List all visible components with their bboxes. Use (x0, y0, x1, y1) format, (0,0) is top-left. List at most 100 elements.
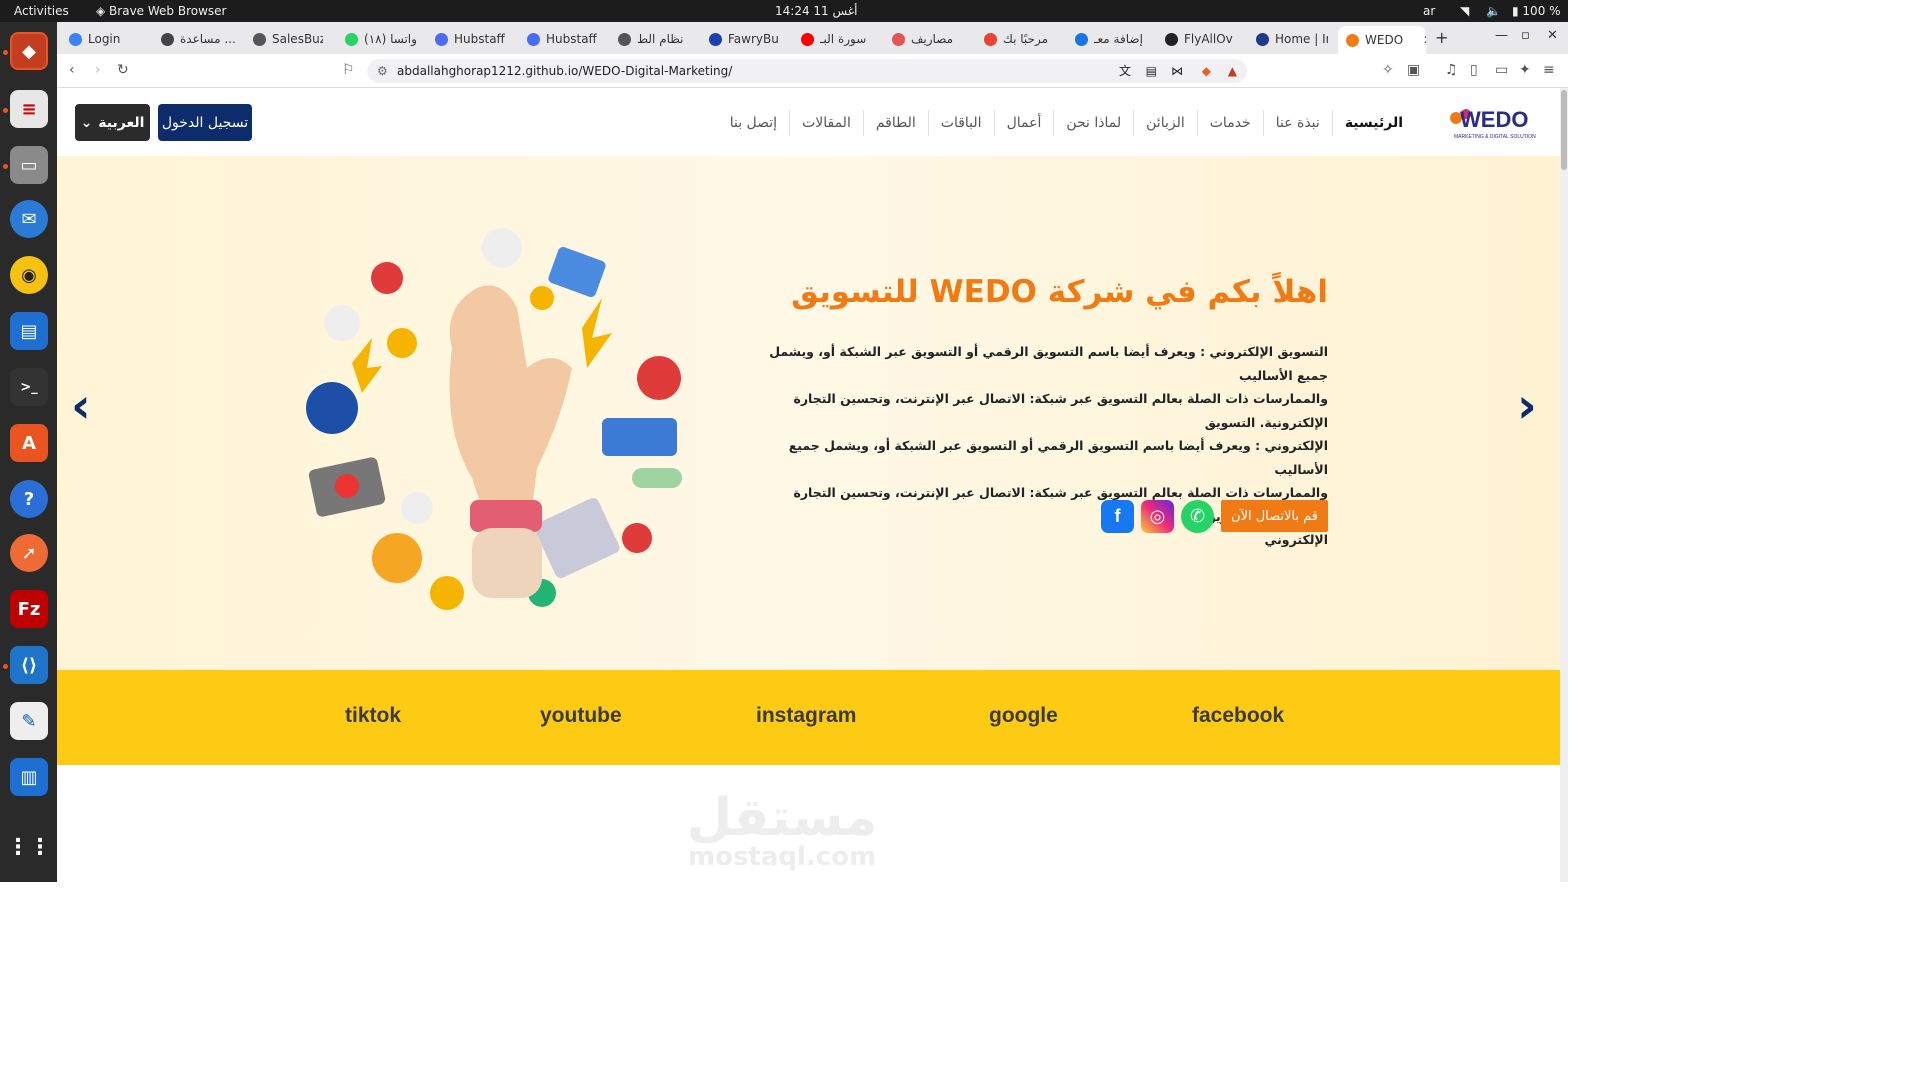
logo-tagline: MARKETING & DIGITAL SOLUTION (1454, 134, 1536, 140)
tab-label: مصاريف (911, 32, 954, 46)
tab[interactable]: FawryBu (709, 27, 781, 51)
text-editor-icon[interactable]: ≡ (10, 90, 48, 128)
contact-now-button[interactable]: قم بالاتصال الآن (1221, 500, 1328, 532)
menu-item-services[interactable]: خدمات (1196, 110, 1263, 136)
facebook-icon[interactable]: f (1101, 500, 1134, 533)
tab-favicon (801, 32, 814, 46)
active-app-name: Brave Web Browser (109, 4, 227, 18)
page-scrollbar[interactable] (1560, 88, 1568, 882)
new-tab-button[interactable]: + (1435, 28, 1448, 47)
tab-favicon (253, 32, 266, 46)
thunderbird-icon[interactable]: ✉ (10, 200, 48, 238)
tab[interactable]: Login (69, 27, 149, 51)
whatsapp-icon[interactable]: ✆ (1181, 500, 1214, 533)
at-icon (622, 523, 652, 553)
tab[interactable]: مرحبًا بك (984, 27, 1056, 51)
menu-item-works[interactable]: أعمال (993, 110, 1054, 136)
tab-label: Hubstaff (546, 32, 597, 46)
prev-slide-arrow-icon[interactable]: ‹ (71, 378, 91, 434)
wifi-icon[interactable]: ◥ (1460, 4, 1469, 18)
battery-indicator[interactable]: ▮ 100 % (1512, 4, 1561, 18)
menu-item-home[interactable]: الرئيسية (1331, 110, 1415, 136)
forward-icon[interactable]: › (95, 62, 101, 78)
leo-ai-icon[interactable]: ✦ (1519, 62, 1531, 78)
site-logo[interactable]: WEDO MARKETING & DIGITAL SOLUTION (1446, 100, 1542, 142)
gedit-icon[interactable]: ✎ (10, 702, 48, 740)
terminal-icon[interactable]: >_ (10, 368, 48, 406)
menu-item-articles[interactable]: المقالات (789, 110, 863, 136)
tab[interactable]: إضافة معـ (1075, 27, 1147, 51)
site-navbar: ⌄ العربية تسجيل الدخول الرئيسية نبذة عنا … (57, 88, 1560, 156)
brave-icon[interactable]: ◆ (10, 32, 48, 70)
login-button[interactable]: تسجيل الدخول (158, 104, 252, 141)
tab[interactable]: Hubstaff (527, 27, 597, 51)
close-window-icon[interactable]: ✕ (1547, 28, 1558, 43)
clock[interactable]: أغس 11 14:24 (775, 4, 857, 18)
os-top-bar: Activities ◈ Brave Web Browser أغس 11 14… (0, 0, 1568, 22)
tab[interactable]: (١٨) واتسا (345, 27, 417, 51)
menu-item-about[interactable]: نبذة عنا (1262, 110, 1332, 136)
next-slide-arrow-icon[interactable]: › (1517, 378, 1537, 434)
postman-icon[interactable]: ➚ (10, 534, 48, 572)
active-app-label[interactable]: ◈ Brave Web Browser (96, 4, 226, 18)
extensions-icon[interactable]: ✧ (1382, 62, 1394, 78)
ok-hand-shape (449, 285, 572, 523)
menu-item-contact[interactable]: إتصل بنا (718, 110, 789, 136)
watermark-latin: mostaql.com (688, 842, 877, 872)
toggle-shape (632, 468, 682, 488)
writer-icon[interactable]: ▤ (10, 312, 48, 350)
tab[interactable]: Hubstaff (435, 27, 505, 51)
tab[interactable]: نظام الط (618, 27, 690, 51)
input-language[interactable]: ar (1423, 4, 1435, 18)
trello-icon[interactable]: ▥ (10, 758, 48, 796)
show-apps-icon[interactable]: ⋮⋮ (7, 828, 51, 866)
back-icon[interactable]: ‹ (69, 62, 75, 78)
menu-icon[interactable]: ≡ (1543, 62, 1555, 78)
minimize-icon[interactable]: — (1495, 28, 1508, 43)
menu-item-clients[interactable]: الزبائن (1133, 110, 1197, 136)
tab[interactable]: SalesBuz (253, 27, 323, 51)
vscode-icon[interactable]: ⟨⟩ (10, 646, 48, 684)
tab-favicon (984, 32, 997, 46)
site-info-icon[interactable]: ⚙ (377, 59, 388, 83)
address-bar[interactable]: ⚙ abdallahghorap1212.github.io/WEDO-Digi… (367, 59, 1247, 83)
scrollbar-thumb[interactable] (1561, 90, 1567, 170)
tab[interactable]: FlyAllOv (1165, 27, 1237, 51)
wallet-icon[interactable]: ▭ (1495, 62, 1508, 78)
tab[interactable]: مساعدة ... (161, 27, 239, 51)
volume-icon[interactable]: 🔈 (1486, 4, 1501, 18)
sidebar-icon[interactable]: ▯ (1470, 62, 1478, 78)
running-indicator (3, 664, 8, 669)
menu-item-team[interactable]: الطاقم (862, 110, 928, 136)
translate-icon[interactable]: 文 (1119, 59, 1131, 83)
share-icon[interactable]: ⋈ (1171, 59, 1183, 83)
brave-rewards-icon[interactable]: ▲ (1228, 59, 1237, 83)
menu-item-packages[interactable]: الباقات (927, 110, 994, 136)
language-dropdown[interactable]: ⌄ العربية (75, 104, 150, 141)
media-icon[interactable]: ♫ (1445, 62, 1458, 78)
instagram-icon[interactable]: ◎ (1141, 500, 1174, 533)
reload-icon[interactable]: ↻ (117, 62, 129, 78)
filezilla-icon[interactable]: Fz (10, 590, 48, 628)
maximize-icon[interactable]: ▫ (1521, 28, 1530, 43)
activities-button[interactable]: Activities (14, 4, 69, 18)
close-tab-icon[interactable]: ✕ (1423, 33, 1426, 47)
lightning-icon (352, 338, 382, 393)
hero-slider: ‹ › اهلاً بكم في شركة WEDO للتسويق التسو… (57, 156, 1560, 670)
app-center-icon[interactable]: A (10, 424, 48, 462)
bookmark-icon[interactable]: ⚐ (342, 62, 355, 78)
brand-youtube: youtube (540, 704, 622, 727)
tab[interactable]: مصاريف (892, 27, 964, 51)
rhythmbox-icon[interactable]: ◉ (10, 256, 48, 294)
tab[interactable]: سورة البـ (801, 27, 873, 51)
menu-item-why-us[interactable]: لماذا نحن (1053, 110, 1133, 136)
screenshot-icon[interactable]: ▣ (1407, 62, 1420, 78)
brave-shields-icon[interactable]: ◆ (1202, 59, 1211, 83)
tab-active[interactable]: WEDO ✕ (1338, 26, 1426, 54)
tab[interactable]: Home | In (1256, 27, 1328, 51)
files-icon[interactable]: ▭ (10, 146, 48, 184)
reader-icon[interactable]: ▤ (1146, 59, 1157, 83)
tab-label: FlyAllOv (1184, 32, 1233, 46)
help-icon[interactable]: ? (10, 480, 48, 518)
lightning-icon (582, 298, 612, 368)
